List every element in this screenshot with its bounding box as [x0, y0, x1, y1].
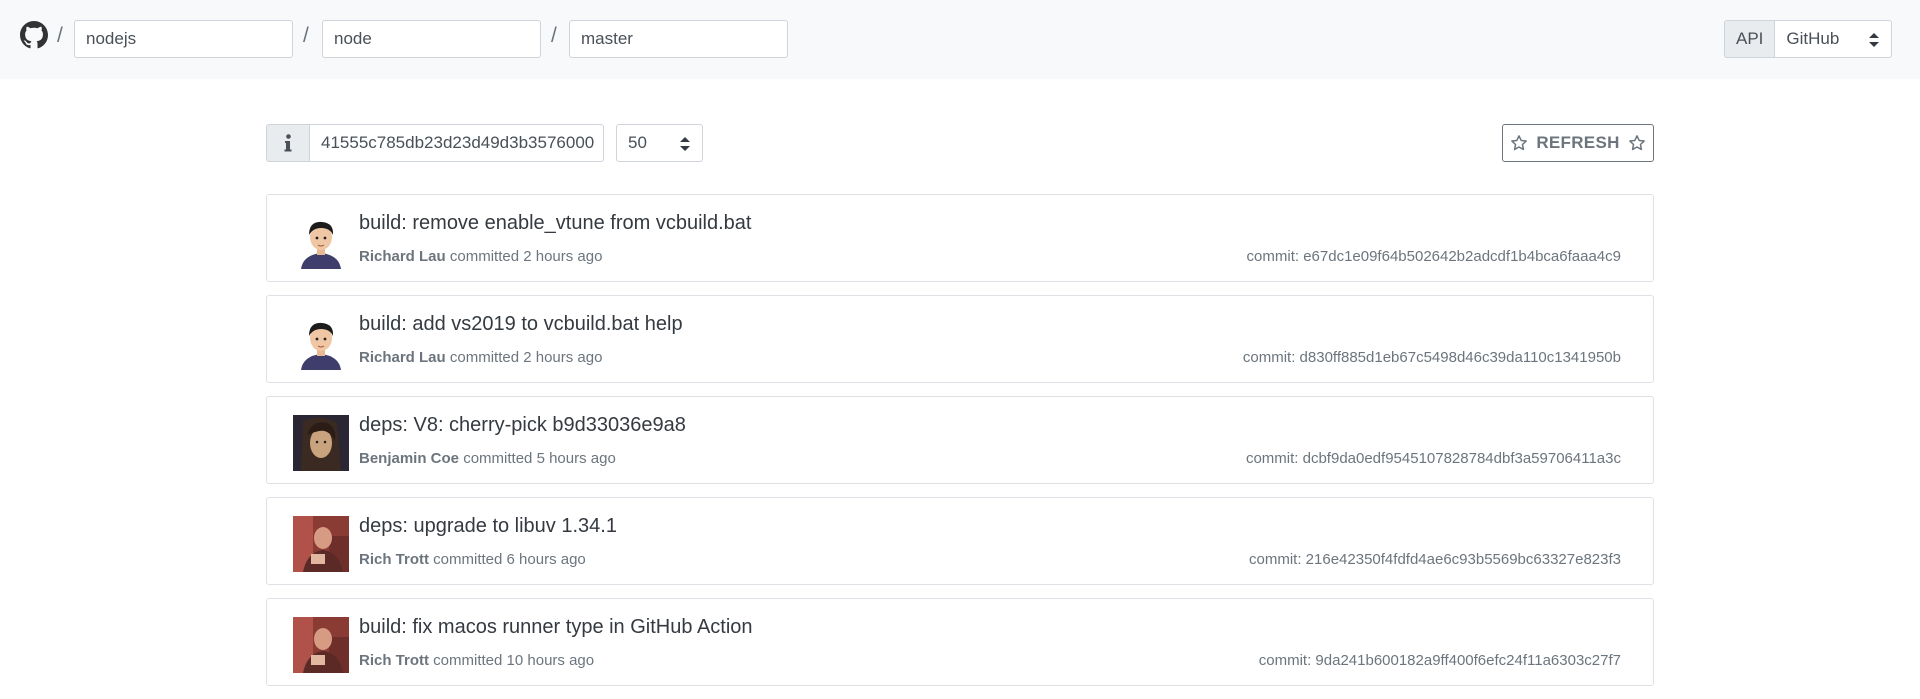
branch-input[interactable]: [569, 20, 788, 58]
commit-sha[interactable]: commit: d830ff885d1eb67c5498d46c39da110c…: [1243, 349, 1621, 366]
commit-card[interactable]: build: fix macos runner type in GitHub A…: [266, 598, 1654, 686]
commit-time: 6 hours ago: [506, 551, 586, 568]
commit-sha[interactable]: commit: 9da241b600182a9ff400f6efc24f11a6…: [1259, 652, 1621, 669]
commit-meta: Richard Lau committed 2 hours ago: [359, 349, 602, 366]
commit-list: build: remove enable_vtune from vcbuild.…: [266, 194, 1654, 699]
commit-author[interactable]: Rich Trott: [359, 652, 429, 669]
github-logo-icon[interactable]: [20, 21, 48, 49]
commit-author[interactable]: Richard Lau: [359, 248, 446, 265]
commit-sha[interactable]: commit: dcbf9da0edf9545107828784dbf3a597…: [1246, 450, 1621, 467]
commit-meta: Rich Trott committed 10 hours ago: [359, 652, 594, 669]
commit-card[interactable]: build: add vs2019 to vcbuild.bat help Ri…: [266, 295, 1654, 383]
api-select[interactable]: GitHub: [1774, 20, 1893, 58]
avatar: [293, 617, 349, 673]
count-select-value: 50: [628, 133, 647, 152]
commit-message[interactable]: build: remove enable_vtune from vcbuild.…: [359, 212, 751, 235]
commit-verb: committed: [433, 551, 503, 568]
top-navbar: / / / API GitHub: [0, 0, 1920, 79]
commit-verb: committed: [449, 349, 520, 366]
select-arrows-icon: [680, 137, 690, 151]
select-arrows-icon: [1869, 33, 1880, 47]
avatar: [293, 213, 349, 269]
commit-meta: Rich Trott committed 6 hours ago: [359, 551, 586, 568]
repo-input[interactable]: [322, 20, 541, 58]
avatar: [293, 516, 349, 572]
commit-meta: Benjamin Coe committed 5 hours ago: [359, 450, 616, 467]
info-addon: [266, 124, 310, 162]
controls-bar: 41555c785db23d23d49d3b3576000 50 REFRESH: [266, 124, 1654, 162]
commit-time: 10 hours ago: [506, 652, 595, 669]
commit-time: 2 hours ago: [523, 349, 603, 366]
count-select[interactable]: 50: [616, 124, 703, 162]
commit-author[interactable]: Benjamin Coe: [359, 450, 459, 467]
commit-card[interactable]: deps: upgrade to libuv 1.34.1 Rich Trott…: [266, 497, 1654, 585]
path-separator: /: [57, 24, 63, 47]
api-selector-group: API GitHub: [1724, 20, 1893, 58]
path-separator: /: [303, 24, 309, 47]
avatar: [293, 415, 349, 471]
commit-verb: committed: [433, 652, 503, 669]
commit-time: 5 hours ago: [536, 450, 616, 467]
commit-verb: committed: [449, 248, 520, 265]
commit-card[interactable]: deps: V8: cherry-pick b9d33036e9a8 Benja…: [266, 396, 1654, 484]
avatar: [293, 314, 349, 370]
commit-meta: Richard Lau committed 2 hours ago: [359, 248, 602, 265]
star-icon: [1628, 135, 1645, 151]
commit-message[interactable]: build: fix macos runner type in GitHub A…: [359, 616, 753, 639]
commit-sha[interactable]: commit: e67dc1e09f64b502642b2adcdf1b4bca…: [1247, 248, 1621, 265]
owner-input[interactable]: [74, 20, 293, 58]
api-label: API: [1724, 20, 1775, 58]
commit-message[interactable]: deps: V8: cherry-pick b9d33036e9a8: [359, 414, 686, 437]
commit-verb: committed: [463, 450, 533, 467]
commit-message[interactable]: deps: upgrade to libuv 1.34.1: [359, 515, 617, 538]
info-icon: [284, 134, 292, 152]
commit-author[interactable]: Rich Trott: [359, 551, 429, 568]
api-select-value: GitHub: [1786, 29, 1840, 48]
commit-card[interactable]: build: remove enable_vtune from vcbuild.…: [266, 194, 1654, 282]
commit-message[interactable]: build: add vs2019 to vcbuild.bat help: [359, 313, 683, 336]
commit-author[interactable]: Richard Lau: [359, 349, 446, 366]
star-icon: [1511, 135, 1528, 151]
path-separator: /: [551, 24, 557, 47]
commit-time: 2 hours ago: [523, 248, 603, 265]
refresh-label: REFRESH: [1536, 133, 1620, 152]
refresh-button[interactable]: REFRESH: [1502, 124, 1654, 162]
sha-input[interactable]: 41555c785db23d23d49d3b3576000: [309, 124, 604, 162]
commit-sha[interactable]: commit: 216e42350f4fdfd4ae6c93b5569bc633…: [1249, 551, 1621, 568]
